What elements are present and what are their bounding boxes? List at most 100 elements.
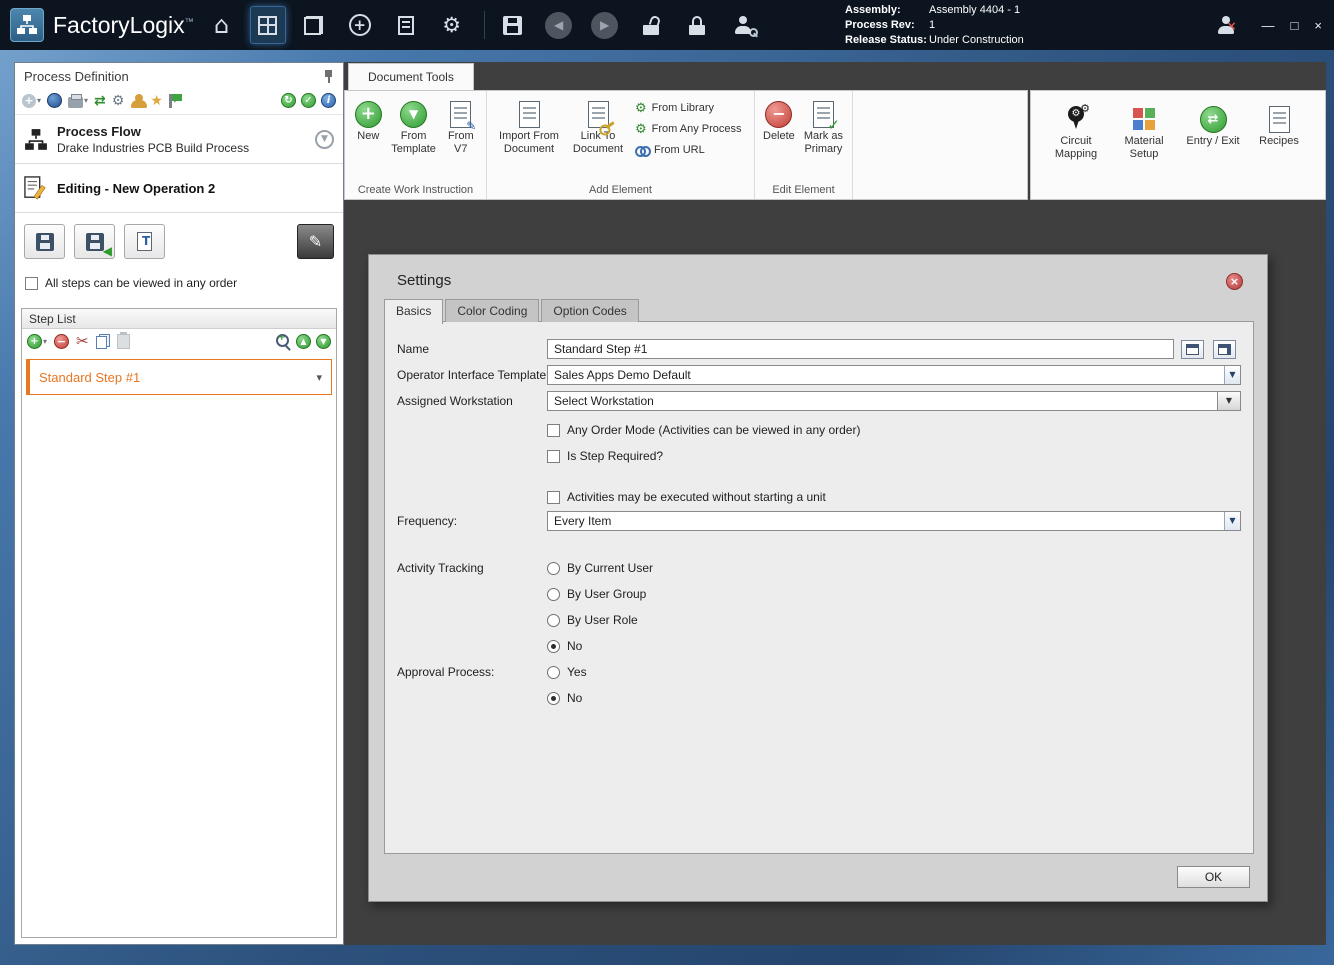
process-flow-icon — [25, 128, 47, 150]
paste-step-button[interactable] — [116, 332, 130, 350]
radio-by-user-group[interactable]: By User Group — [547, 587, 653, 601]
copy-step-button[interactable] — [95, 333, 110, 350]
process-definition-button[interactable] — [249, 6, 286, 44]
refresh-button[interactable]: ↻ — [281, 92, 296, 109]
new-button[interactable]: + New — [349, 94, 388, 143]
from-template-button[interactable]: ▼ From Template — [388, 94, 440, 156]
logout-user-button[interactable]: × — [1208, 6, 1244, 44]
any-order-mode-row[interactable]: Any Order Mode (Activities can be viewed… — [547, 423, 1241, 437]
dropdown-arrow-icon[interactable]: ▼ — [1224, 366, 1240, 384]
radio-icon[interactable] — [547, 639, 560, 653]
name-advanced-editor-button[interactable] — [1213, 339, 1236, 359]
dispatch-button[interactable]: + — [342, 6, 378, 44]
zoom-steps-button[interactable]: + — [276, 333, 291, 350]
any-order-checkbox[interactable] — [25, 276, 38, 290]
activities-without-unit-row[interactable]: Activities may be executed without start… — [547, 490, 1241, 504]
link-to-document-button[interactable]: Link To Document — [567, 94, 629, 156]
delete-button[interactable]: − Delete — [759, 94, 799, 143]
radio-by-user-role[interactable]: By User Role — [547, 613, 653, 627]
add-step-button[interactable]: + ▾ — [27, 333, 47, 350]
settings-close-button[interactable]: × — [1226, 273, 1243, 290]
radio-icon[interactable] — [547, 665, 560, 679]
radio-icon[interactable] — [547, 613, 560, 627]
tools-button[interactable]: ⚙ — [112, 92, 125, 109]
info-button[interactable]: i — [321, 92, 336, 109]
tab-basics[interactable]: Basics — [384, 299, 444, 324]
add-icon: + — [22, 93, 36, 108]
cut-step-button[interactable]: ✂ — [76, 333, 89, 350]
from-v7-button[interactable]: ✎ From V7 — [440, 94, 482, 156]
name-editor-button[interactable] — [1181, 339, 1204, 359]
recipes-button[interactable]: Recipes — [1253, 99, 1305, 148]
from-any-process-button[interactable]: ⚙ From Any Process — [635, 121, 742, 137]
close-button[interactable]: × — [1314, 18, 1322, 33]
move-step-down-button[interactable]: ▼ — [316, 333, 331, 350]
back-button[interactable]: ◀ — [541, 6, 577, 44]
web-publish-button[interactable] — [47, 92, 63, 109]
unlock-button[interactable] — [633, 6, 669, 44]
ok-button[interactable]: OK — [1177, 866, 1250, 888]
entry-exit-button[interactable]: ⇄ Entry / Exit — [1181, 99, 1245, 148]
home-button[interactable]: ⌂ — [204, 6, 240, 44]
from-url-button[interactable]: From URL — [635, 142, 742, 158]
import-from-document-button[interactable]: Import From Document — [491, 94, 567, 156]
documents-button[interactable] — [296, 6, 332, 44]
assign-user-button[interactable] — [130, 92, 148, 109]
radio-by-current-user[interactable]: By Current User — [547, 561, 653, 575]
tab-color-coding[interactable]: Color Coding — [445, 299, 540, 322]
collapse-flow-button[interactable]: ▼ — [315, 130, 334, 149]
radio-activity-no[interactable]: No — [547, 639, 653, 653]
tab-option-codes[interactable]: Option Codes — [541, 299, 639, 322]
process-rev-value: 1 — [929, 19, 936, 31]
step-list-item[interactable]: Standard Step #1 ▾ — [26, 359, 332, 395]
template-operation-button[interactable]: T — [124, 224, 165, 259]
from-library-label: From Library — [651, 102, 714, 114]
radio-icon[interactable] — [547, 561, 560, 575]
mark-as-primary-button[interactable]: ✓ Mark as Primary — [799, 94, 848, 156]
forward-button[interactable]: ▶ — [587, 6, 623, 44]
import-operation-button[interactable]: ◀ — [74, 224, 115, 259]
reports-button[interactable] — [388, 6, 424, 44]
any-order-row[interactable]: All steps can be viewed in any order — [15, 268, 343, 298]
settings-button[interactable]: ⚙ — [434, 6, 470, 44]
name-input[interactable]: Standard Step #1 — [547, 339, 1174, 359]
from-library-button[interactable]: ⚙ From Library — [635, 100, 742, 116]
lock-button[interactable] — [679, 6, 715, 44]
radio-icon[interactable] — [547, 587, 560, 601]
maximize-button[interactable]: □ — [1291, 18, 1299, 33]
frequency-dropdown[interactable]: Every Item ▼ — [547, 511, 1241, 531]
workstation-dropdown[interactable]: Select Workstation ▼ — [547, 391, 1241, 411]
favorite-button[interactable]: ★ — [150, 92, 163, 109]
is-step-required-checkbox[interactable] — [547, 449, 560, 463]
step-list-title: Step List — [29, 311, 76, 326]
material-setup-button[interactable]: Material Setup — [1115, 99, 1173, 161]
workstation-dropdown-button[interactable]: ▼ — [1217, 392, 1240, 410]
is-step-required-label: Is Step Required? — [567, 449, 664, 463]
circuit-mapping-button[interactable]: ⚙ ⚙ Circuit Mapping — [1045, 99, 1107, 161]
save-button[interactable] — [495, 6, 531, 44]
move-step-up-button[interactable]: ▲ — [296, 333, 311, 350]
radio-approval-yes[interactable]: Yes — [547, 665, 587, 679]
chain-link-icon — [635, 145, 651, 157]
radio-approval-no[interactable]: No — [547, 691, 587, 705]
operator-template-dropdown[interactable]: Sales Apps Demo Default ▼ — [547, 365, 1241, 385]
step-expand-chevron-icon[interactable]: ▾ — [316, 372, 322, 383]
activities-without-unit-checkbox[interactable] — [547, 490, 560, 504]
sync-button[interactable]: ⇄ — [94, 92, 106, 109]
validate-button[interactable]: ✓ — [301, 92, 316, 109]
remove-step-button[interactable]: − — [54, 333, 70, 350]
pin-icon[interactable] — [323, 69, 334, 83]
add-process-button[interactable]: + ▾ — [22, 92, 41, 109]
save-operation-button[interactable] — [24, 224, 65, 259]
dropdown-arrow-icon[interactable]: ▼ — [1224, 512, 1240, 530]
print-button[interactable]: ▾ — [68, 92, 88, 109]
find-user-button[interactable] — [725, 6, 761, 44]
edit-mode-button[interactable]: ✎ — [297, 224, 334, 259]
minimize-button[interactable]: — — [1262, 18, 1275, 33]
is-step-required-row[interactable]: Is Step Required? — [547, 449, 1241, 463]
radio-icon[interactable] — [547, 691, 560, 705]
app-name: FactoryLogix™ — [53, 12, 194, 39]
any-order-mode-checkbox[interactable] — [547, 423, 560, 437]
milestones-button[interactable]: ▾ — [168, 92, 182, 109]
tab-document-tools[interactable]: Document Tools — [348, 63, 474, 90]
